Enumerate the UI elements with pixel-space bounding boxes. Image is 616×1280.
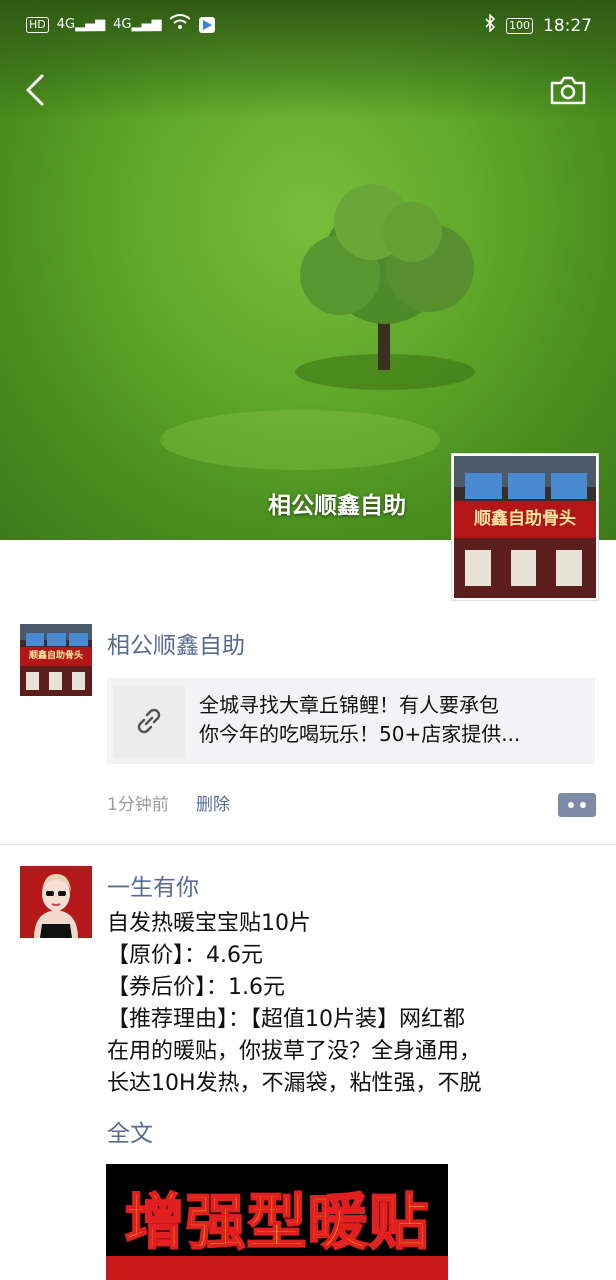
shop-photo: 顺鑫自助骨头 — [454, 456, 596, 598]
post-author[interactable]: 相公顺鑫自助 — [107, 626, 245, 660]
cover-owner-name: 相公顺鑫自助 — [268, 493, 406, 519]
shop-photo-small: 顺鑫自助骨头 — [20, 624, 92, 696]
post-line: 【推荐理由】：【超值10片装】网红都 — [107, 1007, 465, 1032]
wifi-icon — [169, 14, 192, 35]
signal-icon-2: 4G▂▄▆ — [113, 17, 162, 32]
battery-icon: 100 — [506, 17, 533, 34]
post-avatar[interactable] — [20, 866, 92, 938]
back-arrow-icon[interactable] — [22, 72, 52, 108]
link-icon — [113, 685, 185, 757]
girl-photo — [20, 866, 92, 938]
link-title: 全城寻找大章丘锦鲤！有人要承包 你今年的吃喝玩乐！50+店家提供... — [199, 693, 521, 746]
app-notification-icon — [199, 16, 216, 33]
shop-sign: 顺鑫自助骨头 — [454, 501, 596, 539]
post-divider — [0, 844, 616, 845]
status-bar: HD 4G▂▄▆ 4G▂▄▆ 100 18:27 — [0, 0, 616, 50]
post-line: 在用的暖贴，你拔草了没？全身通用， — [107, 1039, 482, 1064]
promo-product-strip — [106, 1256, 448, 1280]
moment-post-1: 顺鑫自助骨头 相公顺鑫自助 全城寻找大章丘锦鲤！有人要承包 你今年的吃喝玩乐！5… — [0, 620, 616, 844]
promo-title: 增强型暖贴 — [124, 1187, 430, 1259]
camera-icon[interactable] — [548, 74, 588, 106]
post-line: 【券后价】：1.6元 — [107, 975, 285, 1000]
full-text-link[interactable]: 全文 — [107, 1114, 153, 1148]
post-author[interactable]: 一生有你 — [107, 868, 199, 902]
post-line: 长达10H发热，不漏袋，粘性强，不脱 — [107, 1071, 482, 1096]
signal-icon: 4G▂▄▆ — [56, 17, 106, 32]
hd-badge: HD — [26, 16, 49, 33]
post-body: 自发热暖宝宝贴10片 【原价】：4.6元 【券后价】：1.6元 【推荐理由】：【… — [107, 908, 607, 1100]
delete-button[interactable]: 删除 — [196, 790, 230, 815]
clock: 18:27 — [543, 15, 592, 36]
post-time: 1分钟前 — [107, 795, 169, 815]
profile-avatar[interactable]: 顺鑫自助骨头 — [452, 454, 598, 600]
post-line: 自发热暖宝宝贴10片 — [107, 911, 311, 936]
post-image[interactable]: 增强型暖贴 — [106, 1164, 448, 1280]
post-avatar[interactable]: 顺鑫自助骨头 — [20, 624, 92, 696]
moment-post-2: 一生有你 自发热暖宝宝贴10片 【原价】：4.6元 【券后价】：1.6元 【推荐… — [0, 862, 616, 1280]
shared-link-card[interactable]: 全城寻找大章丘锦鲤！有人要承包 你今年的吃喝玩乐！50+店家提供... — [107, 678, 595, 764]
more-dots-icon[interactable] — [558, 793, 596, 817]
shop-sign-small: 顺鑫自助骨头 — [20, 647, 92, 666]
bluetooth-icon — [484, 13, 496, 37]
post-line: 【原价】：4.6元 — [107, 943, 263, 968]
